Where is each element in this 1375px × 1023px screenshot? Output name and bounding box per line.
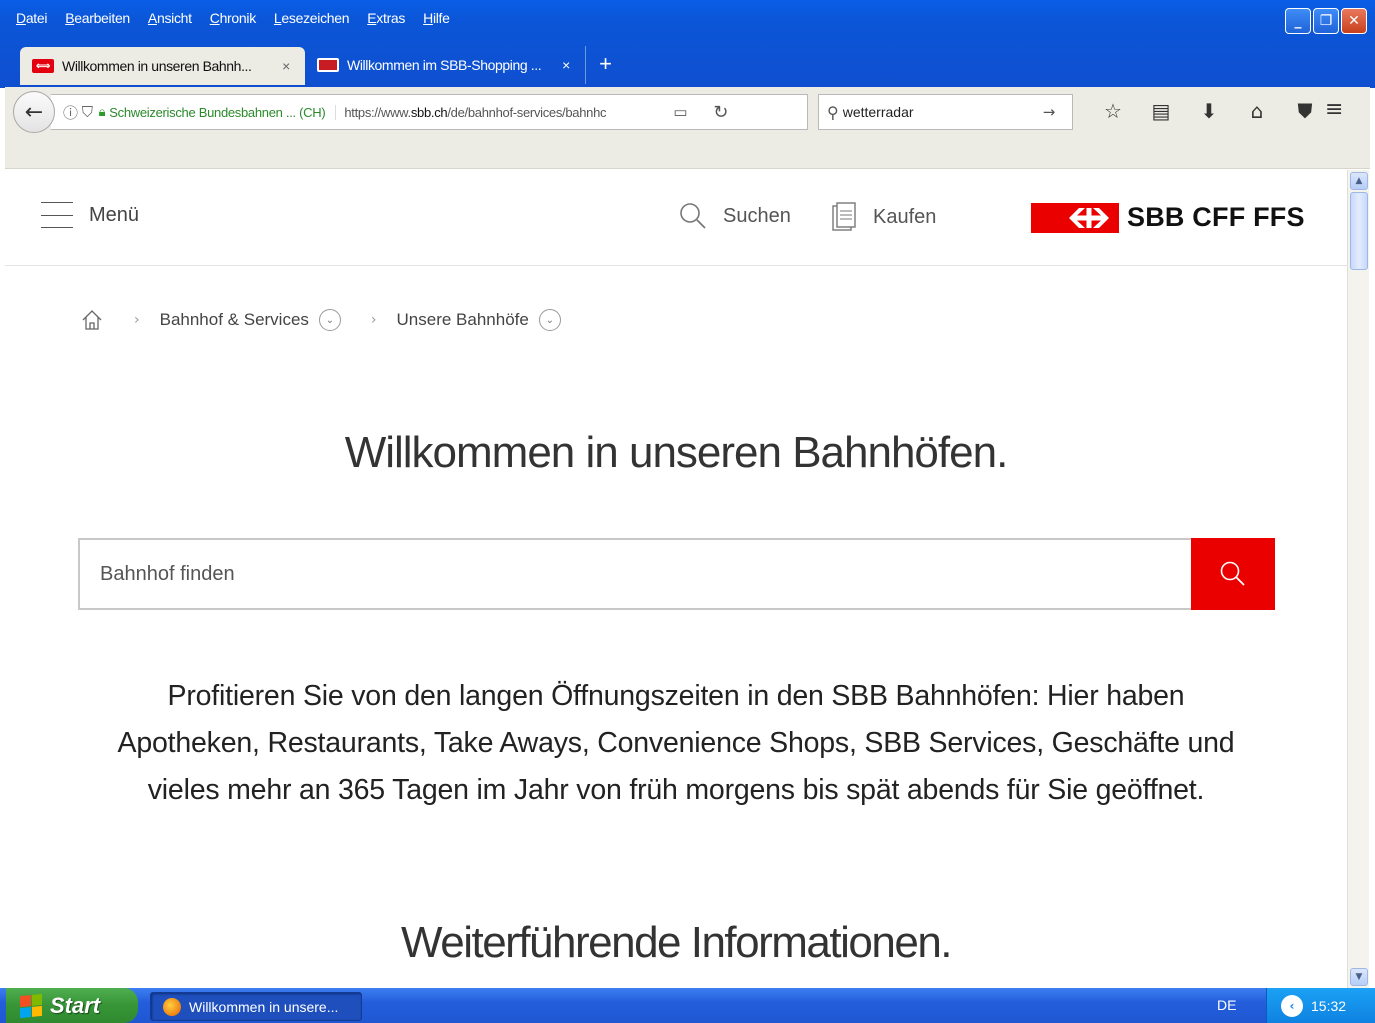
site-menu-button[interactable]: Menü: [41, 202, 139, 228]
url-text[interactable]: https://www.sbb.ch/de/bahnhof-services/b…: [335, 104, 655, 120]
pocket-icon[interactable]: ⛊: [1281, 97, 1329, 125]
breadcrumb-separator-icon: ›: [370, 312, 377, 328]
page-title: Willkommen in unseren Bahnhöfen.: [344, 428, 1009, 477]
buy-button[interactable]: Kaufen: [831, 202, 936, 232]
tab-label: Willkommen in unseren Bahnh...: [62, 58, 252, 74]
buy-label: Kaufen: [873, 205, 937, 228]
tab-bahnhoefe[interactable]: ⟺ Willkommen in unseren Bahnh... ×: [20, 47, 305, 85]
minimize-button[interactable]: _: [1285, 8, 1311, 34]
url-domain: sbb.ch: [410, 104, 448, 120]
restore-button[interactable]: ❐: [1313, 8, 1339, 34]
menu-bearbeiten[interactable]: Bearbeiten: [57, 8, 140, 30]
sbb-arrows-icon: [1069, 207, 1109, 228]
browser-search-input[interactable]: [842, 104, 1043, 120]
windows-logo-icon: [20, 993, 42, 1018]
app-menu-icon[interactable]: ≡: [1325, 97, 1343, 122]
sbb-logo-flag: [1031, 202, 1119, 233]
close-window-button[interactable]: ✕: [1341, 8, 1367, 34]
system-tray: ‹ 15:32: [1266, 988, 1375, 1023]
breadcrumb-item-unsere-bahnhoefe[interactable]: Unsere Bahnhöfe: [397, 310, 529, 330]
tray-expand-icon[interactable]: ‹: [1281, 994, 1303, 1017]
back-button[interactable]: ←: [13, 91, 55, 133]
bookmark-star-icon[interactable]: ☆: [1089, 97, 1137, 125]
section-title: Weiterführende Informationen.: [400, 918, 953, 967]
tab-close-icon[interactable]: ×: [557, 57, 575, 73]
tracking-shield-icon[interactable]: ⛉: [82, 103, 93, 121]
taskbar-firefox-button[interactable]: Willkommen in unsere...: [150, 992, 362, 1021]
start-label: Start: [50, 992, 101, 1018]
web-page: Menü Suchen Kaufen SBB CFF FFS › Bahnhof…: [5, 170, 1347, 988]
ticket-icon: [832, 202, 856, 231]
menu-datei[interactable]: Datei: [8, 8, 57, 30]
window-controls: _ ❐ ✕: [1285, 8, 1367, 34]
tab-shopping[interactable]: Willkommen im SBB-Shopping ... ×: [305, 46, 585, 84]
menu-chronik[interactable]: Chronik: [202, 8, 266, 30]
site-header: Menü Suchen Kaufen SBB CFF FFS: [5, 170, 1347, 266]
sbb-logo[interactable]: SBB CFF FFS: [1031, 202, 1305, 233]
reload-icon[interactable]: ↻: [713, 102, 728, 123]
hamburger-icon: [41, 202, 73, 228]
search-go-icon[interactable]: →: [1043, 103, 1056, 121]
taskbar-task-label: Willkommen in unsere...: [189, 998, 339, 1015]
new-tab-button[interactable]: +: [585, 46, 625, 84]
scroll-down-icon[interactable]: ▼: [1350, 968, 1368, 986]
reading-list-icon[interactable]: ▤: [1137, 97, 1185, 125]
search-icon: [1220, 561, 1245, 586]
site-identity[interactable]: Schweizerische Bundesbahnen ... (CH): [109, 105, 325, 120]
menu-extras[interactable]: Extras: [359, 8, 415, 30]
language-indicator[interactable]: DE: [1217, 997, 1236, 1013]
toolbar-icons: ☆ ▤ ⬇ ⌂ ⛊: [1089, 97, 1329, 125]
breadcrumb: › Bahnhof & Services ⌄ › Unsere Bahnhöfe…: [80, 308, 561, 332]
browser-titlebar: Datei Bearbeiten Ansicht Chronik Lesezei…: [0, 0, 1375, 88]
url-prefix: https://www.: [344, 104, 411, 120]
start-button[interactable]: Start: [6, 988, 138, 1023]
menu-bar: Datei Bearbeiten Ansicht Chronik Lesezei…: [8, 8, 460, 30]
clock[interactable]: 15:32: [1311, 998, 1346, 1014]
home-icon[interactable]: [80, 308, 104, 332]
breadcrumb-separator-icon: ›: [134, 312, 140, 328]
info-icon[interactable]: ⓘ: [63, 102, 78, 123]
taskbar: Start Willkommen in unsere... DE ‹ 15:32: [0, 988, 1375, 1023]
station-search-input[interactable]: [78, 538, 1191, 610]
menu-ansicht[interactable]: Ansicht: [140, 8, 202, 30]
intro-text: Profitieren Sie von den langen Öffnungsz…: [117, 680, 1235, 806]
site-search-button[interactable]: Suchen: [679, 202, 791, 230]
chevron-down-icon[interactable]: ⌄: [318, 309, 341, 331]
tab-strip: ⟺ Willkommen in unseren Bahnh... × Willk…: [20, 44, 625, 85]
url-path: /de/bahnhof-services/bahnhc: [447, 104, 607, 120]
chevron-down-icon[interactable]: ⌄: [538, 309, 561, 331]
logo-wordmark: SBB CFF FFS: [1127, 202, 1305, 232]
search-label: Suchen: [723, 204, 791, 227]
menu-lesezeichen[interactable]: Lesezeichen: [266, 8, 359, 30]
breadcrumb-item-bahnhof-services[interactable]: Bahnhof & Services: [160, 310, 309, 330]
back-arrow-icon: ←: [24, 99, 44, 125]
station-search-button[interactable]: [1191, 538, 1275, 610]
home-icon[interactable]: ⌂: [1233, 97, 1281, 125]
nav-toolbar: ⓘ ⛉ 🔒︎ Schweizerische Bundesbahnen ... (…: [5, 87, 1370, 169]
menu-label: Menü: [89, 203, 140, 226]
downloads-icon[interactable]: ⬇: [1185, 97, 1233, 125]
lock-icon: 🔒︎: [98, 104, 106, 119]
sbb-favicon-icon: ⟺: [32, 59, 54, 73]
sbb-shop-favicon-icon: [317, 58, 339, 72]
firefox-icon: [163, 997, 181, 1016]
search-icon: ⚲: [827, 102, 839, 122]
reader-view-icon[interactable]: ▭: [673, 103, 687, 121]
page-scrollbar[interactable]: ▲ ▼: [1347, 170, 1369, 988]
address-bar[interactable]: ⓘ ⛉ 🔒︎ Schweizerische Bundesbahnen ... (…: [51, 94, 808, 130]
magnifier-icon: [680, 203, 706, 229]
browser-search-bar[interactable]: ⚲ →: [818, 94, 1073, 130]
screen: Datei Bearbeiten Ansicht Chronik Lesezei…: [0, 0, 1375, 1023]
tab-label: Willkommen im SBB-Shopping ...: [347, 57, 542, 73]
station-search: [78, 538, 1275, 610]
tab-close-icon[interactable]: ×: [277, 58, 295, 74]
scroll-thumb[interactable]: [1350, 192, 1368, 270]
scroll-up-icon[interactable]: ▲: [1350, 172, 1368, 190]
menu-hilfe[interactable]: Hilfe: [415, 8, 460, 30]
